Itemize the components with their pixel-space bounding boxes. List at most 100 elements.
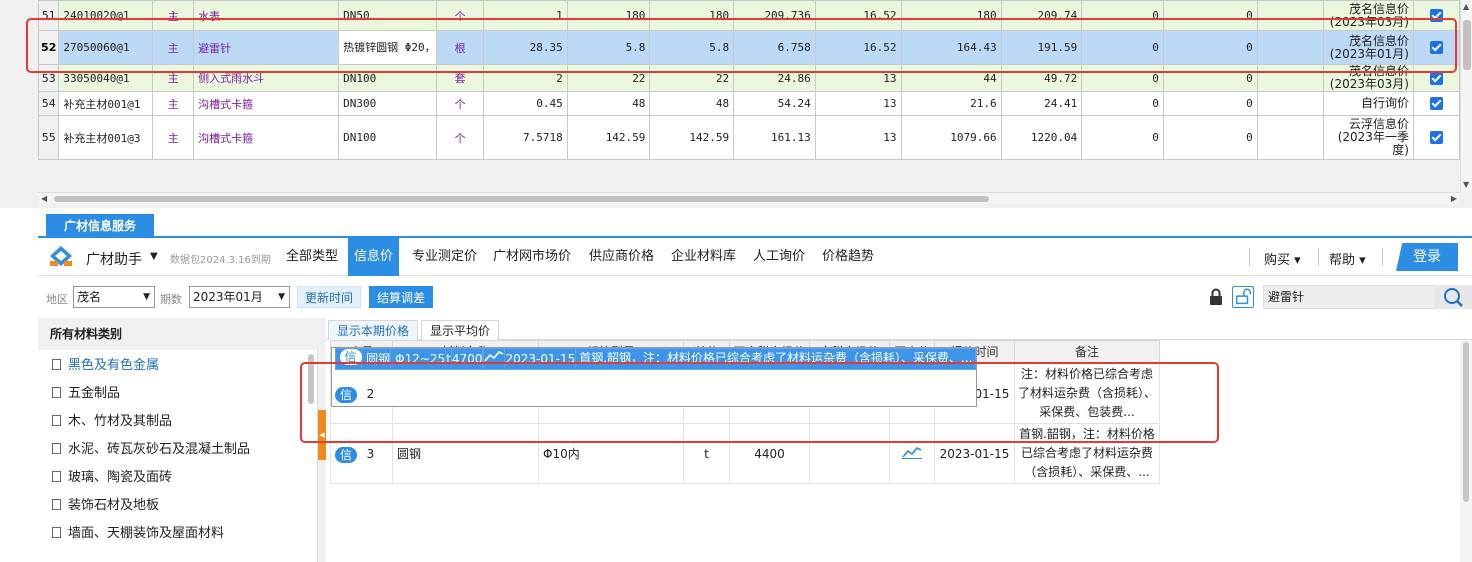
- category-label: 黑色及有色金属: [68, 358, 160, 373]
- grid-cell-p1[interactable]: 142.59: [566, 115, 651, 160]
- document-icon: [52, 499, 61, 510]
- document-icon: [52, 415, 61, 426]
- period-label: 期数: [160, 293, 182, 306]
- grid-cell-p2[interactable]: 142.59: [649, 115, 735, 160]
- chevron-down-icon[interactable]: ▼: [150, 251, 158, 262]
- grid-cell-tax[interactable]: 13: [814, 115, 902, 160]
- nav-bar: 广材助手 ▼ 数据包2024.3.16到期 全部类型 信息价 专业测定价 广材网…: [38, 238, 1472, 276]
- price-scrollbar[interactable]: [1460, 340, 1472, 562]
- category-header: 所有材料类别: [38, 318, 318, 350]
- category-item[interactable]: 装饰石材及地板: [52, 492, 159, 520]
- period-select[interactable]: 2023年01月 ▼: [189, 286, 290, 308]
- category-item[interactable]: 水泥、砖瓦灰砂石及混凝土制品: [52, 436, 250, 464]
- brand-name[interactable]: 广材助手: [86, 249, 142, 269]
- checkbox-checked-icon[interactable]: [1429, 71, 1443, 85]
- help-menu[interactable]: 帮助 ▾: [1329, 249, 1366, 268]
- grid-cell-p4[interactable]: 1079.66: [900, 115, 1002, 160]
- grid-cell-remark[interactable]: 云浮信息价(2023年一季度): [1323, 115, 1414, 160]
- grid-cell-code[interactable]: 补充主材001@3: [58, 115, 154, 160]
- grid-cell-type[interactable]: 主: [152, 115, 195, 160]
- grid-horizontal-scrollbar[interactable]: ◀ ▶: [38, 192, 1460, 204]
- grid-row[interactable]: 54 补充主材001@1 主沟槽式卡箍 DN300 个 0.45 48 48 54.24 13 21…: [37, 91, 1461, 116]
- trend-chart-icon[interactable]: [902, 445, 922, 459]
- grid-cell-p4[interactable]: 21.6: [900, 91, 1002, 116]
- grid-cell-remark[interactable]: 自行询价: [1323, 91, 1414, 116]
- grid-cell-no[interactable]: 54: [37, 91, 60, 116]
- lock-icon[interactable]: [1205, 286, 1227, 308]
- tab-manual-inquiry[interactable]: 人工询价: [747, 238, 811, 276]
- unlock-icon[interactable]: [1232, 286, 1254, 308]
- category-label: 装饰石材及地板: [68, 498, 160, 513]
- tab-market-price[interactable]: 广材网市场价: [487, 238, 577, 276]
- grid-cell-name[interactable]: 沟槽式卡箍: [193, 115, 340, 160]
- category-panel: 所有材料类别 黑色及有色金属 五金制品木、竹材及其制品水泥、砖瓦灰砂石及混凝土制品…: [38, 318, 318, 562]
- price-row-number: 3: [366, 446, 375, 461]
- price-header-cell[interactable]: 备注: [1014, 340, 1160, 363]
- grid-cell-code[interactable]: 补充主材001@1: [58, 91, 154, 116]
- category-label: 玻璃、陶瓷及面砖: [68, 470, 173, 485]
- document-icon: [52, 359, 61, 370]
- grid-cell-spec[interactable]: DN100: [338, 115, 438, 160]
- category-item[interactable]: 黑色及有色金属: [52, 352, 159, 380]
- highlight-box-selected-row: [26, 18, 1457, 73]
- grid-row[interactable]: 55 补充主材001@3 主沟槽式卡箍 DN100 个 7.5718 142.59 142.5…: [37, 115, 1461, 160]
- search-icon[interactable]: [1434, 285, 1472, 309]
- checkbox-checked-icon[interactable]: [1429, 131, 1443, 145]
- category-item[interactable]: 木、竹材及其制品: [52, 408, 172, 436]
- trend-chart-icon[interactable]: [484, 349, 505, 363]
- document-icon: [52, 443, 61, 454]
- grid-cell-p3[interactable]: 161.13: [733, 115, 816, 160]
- grid-cell-p5[interactable]: 1220.04: [1000, 115, 1083, 160]
- grid-cell-z2[interactable]: 0: [1162, 115, 1258, 160]
- grid-cell-empty[interactable]: [1256, 91, 1325, 116]
- grid-vertical-scrollbar[interactable]: ▲ ▼: [1460, 0, 1472, 192]
- grid-cell-checkbox[interactable]: [1412, 91, 1461, 116]
- tab-price-trend[interactable]: 价格趋势: [816, 238, 880, 276]
- grid-cell-p3[interactable]: 54.24: [733, 91, 816, 116]
- brand-logo-icon: [48, 244, 74, 268]
- grid-cell-name[interactable]: 沟槽式卡箍: [193, 91, 340, 116]
- category-label: 木、竹材及其制品: [68, 414, 173, 429]
- grid-cell-checkbox[interactable]: [1412, 115, 1461, 160]
- grid-cell-z2[interactable]: 0: [1162, 91, 1258, 116]
- document-icon: [52, 527, 61, 538]
- update-time-button[interactable]: 更新时间: [297, 286, 362, 308]
- grid-cell-type[interactable]: 主: [152, 91, 195, 116]
- data-package-expiry: 数据包2024.3.16到期: [170, 255, 271, 266]
- category-item[interactable]: 五金制品: [52, 380, 120, 408]
- info-price-badge: 信: [335, 446, 357, 463]
- grid-cell-qty[interactable]: 7.5718: [483, 115, 568, 160]
- tab-all-types[interactable]: 全部类型: [280, 238, 344, 276]
- chevron-down-icon: ▼: [143, 292, 150, 302]
- grid-cell-z1[interactable]: 0: [1081, 91, 1164, 116]
- tab-professional-price[interactable]: 专业测定价: [406, 238, 483, 276]
- grid-cell-p5[interactable]: 24.41: [1000, 91, 1083, 116]
- grid-cell-unit[interactable]: 个: [436, 91, 485, 116]
- checkbox-checked-icon[interactable]: [1429, 97, 1443, 111]
- grid-cell-p1[interactable]: 48: [566, 91, 651, 116]
- grid-cell-z1[interactable]: 0: [1081, 115, 1164, 160]
- filter-bar: 地区 茂名 ▼ 期数 2023年01月 ▼ 更新时间 结算调差 避雷针: [38, 280, 1472, 316]
- settle-adjust-button[interactable]: 结算调差: [369, 286, 434, 308]
- tab-enterprise-library[interactable]: 企业材料库: [665, 238, 742, 276]
- grid-cell-no[interactable]: 55: [37, 115, 60, 160]
- region-select[interactable]: 茂名 ▼: [73, 286, 155, 308]
- tab-material-info-service[interactable]: 广材信息服务: [46, 214, 154, 238]
- buy-menu[interactable]: 购买 ▾: [1264, 249, 1301, 268]
- grid-cell-tax[interactable]: 13: [814, 91, 902, 116]
- tab-current-price[interactable]: 显示本期价格: [328, 320, 419, 340]
- grid-cell-spec[interactable]: DN300: [338, 91, 438, 116]
- category-item[interactable]: 玻璃、陶瓷及面砖: [52, 464, 172, 492]
- login-button[interactable]: 登录: [1396, 243, 1458, 271]
- grid-cell-p2[interactable]: 48: [649, 91, 735, 116]
- tab-average-price[interactable]: 显示平均价: [421, 320, 500, 340]
- tab-info-price[interactable]: 信息价: [348, 238, 400, 276]
- category-label: 五金制品: [68, 386, 121, 401]
- grid-cell-unit[interactable]: 个: [436, 115, 485, 160]
- grid-cell-empty[interactable]: [1256, 115, 1325, 160]
- grid-cell-qty[interactable]: 0.45: [483, 91, 568, 116]
- document-icon: [52, 387, 61, 398]
- chevron-down-icon: ▼: [278, 292, 285, 302]
- tab-supplier-price[interactable]: 供应商价格: [583, 238, 660, 276]
- category-item[interactable]: 墙面、天棚装饰及屋面材料: [52, 520, 224, 548]
